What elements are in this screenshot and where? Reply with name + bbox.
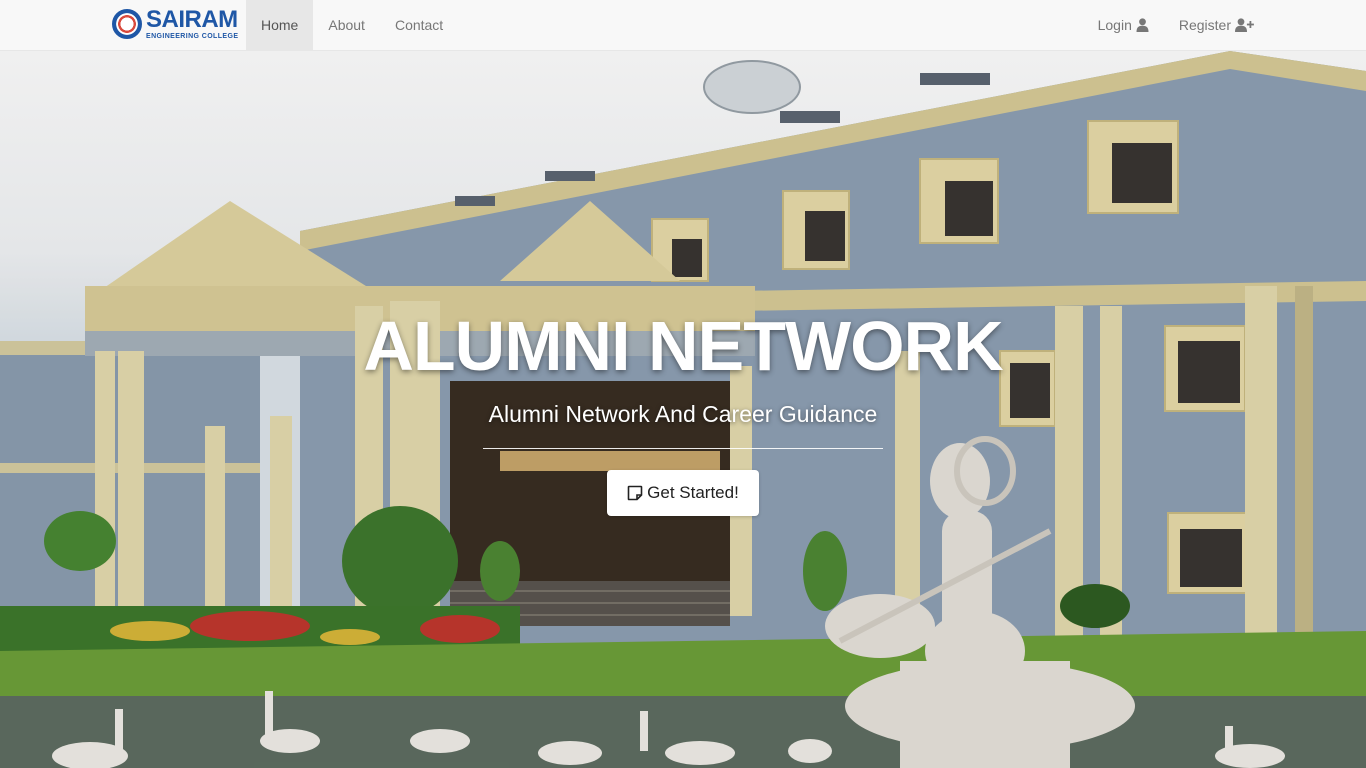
brand-subtitle: ENGINEERING COLLEGE bbox=[146, 33, 239, 40]
get-started-label: Get Started! bbox=[647, 483, 739, 502]
main-nav: Home About Contact bbox=[246, 0, 458, 50]
get-started-button[interactable]: Get Started! bbox=[607, 470, 759, 516]
hero-title: ALUMNI NETWORK bbox=[363, 307, 1003, 385]
nav-about[interactable]: About bbox=[313, 0, 380, 50]
login-link[interactable]: Login bbox=[1083, 0, 1164, 50]
college-seal-icon bbox=[112, 9, 142, 39]
navbar: SAIRAM ENGINEERING COLLEGE Home About Co… bbox=[0, 0, 1366, 51]
brand-logo[interactable]: SAIRAM ENGINEERING COLLEGE bbox=[112, 6, 242, 42]
user-icon bbox=[1136, 18, 1149, 32]
nav-home[interactable]: Home bbox=[246, 0, 314, 50]
hero-section: ALUMNI NETWORK Alumni Network And Career… bbox=[0, 51, 1366, 768]
register-label: Register bbox=[1178, 17, 1231, 33]
hero-divider bbox=[483, 448, 883, 449]
hero-subtitle: Alumni Network And Career Guidance bbox=[488, 401, 878, 427]
user-plus-icon bbox=[1235, 18, 1254, 32]
login-label: Login bbox=[1097, 17, 1132, 33]
account-nav: Login Register bbox=[1083, 0, 1269, 50]
sticky-note-icon bbox=[627, 485, 643, 501]
brand-name: SAIRAM bbox=[146, 6, 238, 33]
nav-contact[interactable]: Contact bbox=[380, 0, 458, 50]
register-link[interactable]: Register bbox=[1164, 0, 1269, 50]
